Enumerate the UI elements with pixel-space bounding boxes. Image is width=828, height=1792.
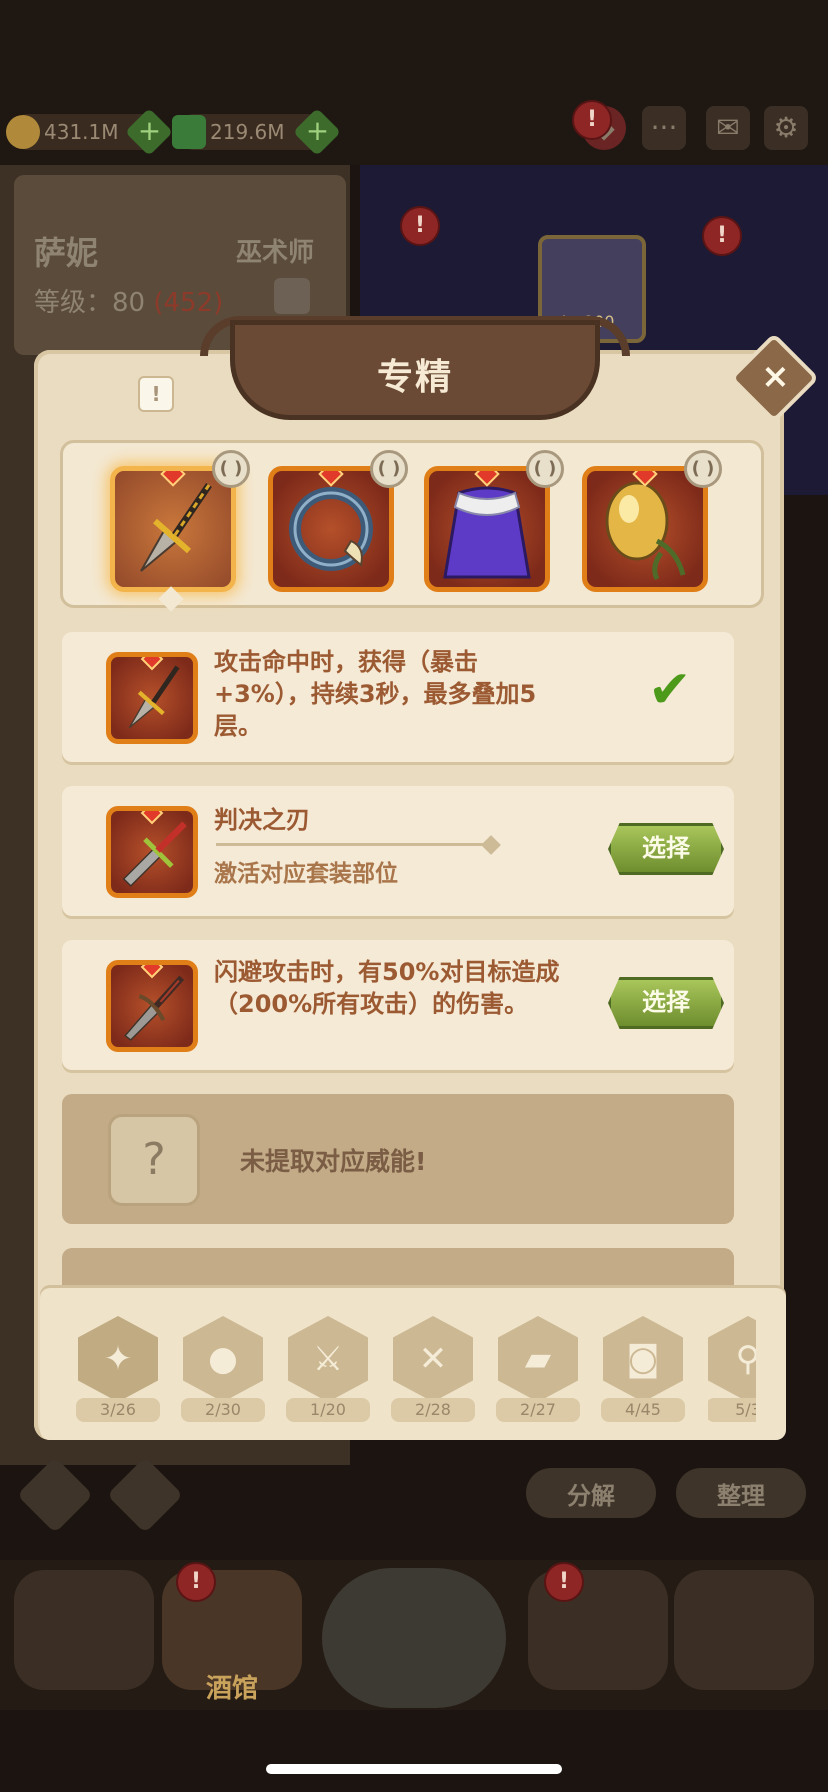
info-button[interactable]: !: [138, 376, 174, 412]
scene-alert-badge-1: !: [400, 206, 440, 246]
item-info-icon-3[interactable]: ( ): [526, 450, 564, 488]
option-1-description: 攻击命中时，获得（暴击+3%），持续3秒，最多叠加5层。: [214, 648, 537, 740]
gold-coin-icon: [6, 115, 40, 149]
nav-forge[interactable]: [674, 1570, 814, 1690]
golden-dagger-icon: [140, 483, 212, 572]
settings-gear-icon[interactable]: ⚙: [764, 106, 808, 150]
category-drumstick-count: 2/30: [181, 1398, 265, 1422]
sort-button[interactable]: [106, 1456, 184, 1534]
option-3-description: 闪避攻击时，有50%对目标造成（200%所有攻击）的伤害。: [214, 958, 560, 1018]
item-info-icon-1[interactable]: ( ): [212, 450, 250, 488]
category-book-count: 2/27: [496, 1398, 580, 1422]
checkmark-icon: ✔: [648, 660, 692, 720]
option-2-title: 判决之刃: [214, 806, 310, 834]
nav-tavern-label: 酒馆: [205, 1674, 258, 1704]
modal-title: 专精: [376, 357, 453, 398]
option-2-divider: [216, 843, 486, 846]
category-magnifier-button[interactable]: ⚲: [708, 1316, 756, 1402]
option-3-icon: [106, 960, 198, 1052]
hero-class: 巫术师: [236, 238, 315, 268]
nav-battle[interactable]: [322, 1568, 506, 1708]
option-2-description: 激活对应套装部位: [214, 861, 398, 887]
category-shield-count: 2/28: [391, 1398, 475, 1422]
tavern-alert-badge: !: [176, 1562, 216, 1602]
chat-icon[interactable]: ···: [642, 106, 686, 150]
item-slot-cloak[interactable]: [424, 466, 550, 592]
hero-name: 萨妮: [34, 234, 99, 272]
home-indicator: [266, 1764, 562, 1774]
item-info-icon-2[interactable]: ( ): [370, 450, 408, 488]
item-info-icon-4[interactable]: ( ): [684, 450, 722, 488]
magnifier-icon: ⚲: [735, 1339, 756, 1379]
option-2-icon: [106, 806, 198, 898]
category-helmet-count: 4/45: [601, 1398, 685, 1422]
question-icon: ?: [108, 1114, 200, 1206]
gold-amount: 431.1M: [44, 120, 119, 144]
decompose-button[interactable]: 分解: [526, 1468, 656, 1518]
guild-alert-badge: !: [544, 1562, 584, 1602]
category-sword-count: 1/20: [286, 1398, 370, 1422]
arrange-button[interactable]: 整理: [676, 1468, 806, 1518]
hero-level: 等级：80 (452): [34, 288, 224, 318]
scene-alert-badge-2: !: [702, 216, 742, 256]
nav-home[interactable]: [14, 1570, 154, 1690]
item-slot-dagger[interactable]: [110, 466, 236, 592]
hero-info-button[interactable]: [274, 278, 310, 314]
sword-icon: ⚔: [312, 1339, 344, 1379]
shield-icon: ✕: [418, 1339, 448, 1379]
gem-amount: 219.6M: [210, 120, 285, 144]
green-gem-icon: [172, 115, 206, 149]
option-row-5-partial: [62, 1248, 734, 1288]
mail-icon[interactable]: ✉: [706, 106, 750, 150]
book-icon: ▰: [524, 1339, 552, 1379]
bag-alert-badge: !: [572, 100, 612, 140]
helmet-icon: ◙: [626, 1339, 660, 1379]
select-button-2[interactable]: 选择: [608, 823, 724, 875]
category-magnifier-count: 5/3: [708, 1398, 756, 1422]
category-leg-count: 3/26: [76, 1398, 160, 1422]
filter-button[interactable]: [16, 1456, 94, 1534]
option-4-locked-text: 未提取对应威能!: [240, 1147, 427, 1176]
leg-icon: ✦: [103, 1339, 133, 1379]
item-slot-ring[interactable]: [268, 466, 394, 592]
purple-cloak-icon: [443, 486, 531, 579]
select-button-3[interactable]: 选择: [608, 977, 724, 1029]
item-slot-seed[interactable]: [582, 466, 708, 592]
golden-seed-icon: [605, 481, 686, 581]
blue-ring-icon: [289, 487, 373, 571]
option-1-icon: [106, 652, 198, 744]
close-icon: ×: [761, 356, 790, 397]
drumstick-icon: ●: [208, 1339, 238, 1379]
category-magnifier-clip: ⚲ 5/3: [708, 1316, 756, 1426]
